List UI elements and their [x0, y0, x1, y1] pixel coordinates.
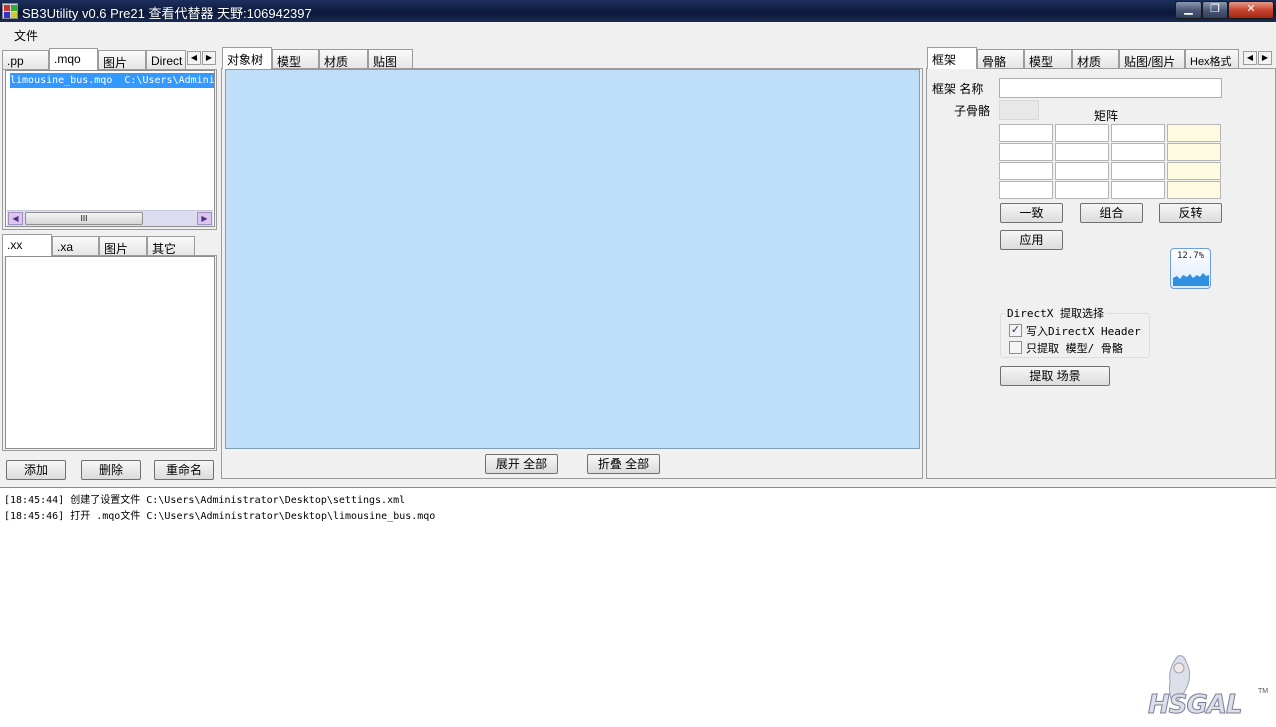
file-list-item[interactable]: limousine_bus.mqo C:\Users\Admini — [10, 73, 214, 88]
frame-name-label: 框架 名称 — [932, 82, 984, 96]
extract-scene-button[interactable]: 提取 场景 — [1000, 366, 1110, 386]
invert-button[interactable]: 反转 — [1159, 203, 1222, 223]
cpu-graph-icon — [1173, 273, 1209, 286]
matrix-cell[interactable] — [1111, 181, 1165, 199]
tab-scroll-left-icon[interactable]: ◀ — [1243, 51, 1257, 65]
child-bone-label: 子骨骼 — [954, 104, 991, 118]
matrix-cell[interactable] — [999, 124, 1053, 142]
matrix-cell[interactable] — [1055, 124, 1109, 142]
log-output[interactable]: [18:45:44] 创建了设置文件 C:\Users\Administrato… — [0, 487, 1276, 727]
tab-image[interactable]: 图片 — [98, 50, 146, 70]
close-button[interactable]: ✕ — [1228, 1, 1274, 19]
matrix-cell[interactable] — [999, 143, 1053, 161]
scroll-right-icon[interactable]: ▶ — [197, 212, 212, 225]
scroll-thumb[interactable]: III — [25, 212, 143, 225]
hsgal-logo: HSGAL TM — [1140, 652, 1275, 724]
matrix-cell[interactable] — [1167, 162, 1221, 180]
matrix-cell[interactable] — [1111, 162, 1165, 180]
matrix-grid — [999, 124, 1223, 200]
horizontal-scrollbar[interactable]: ◀ III ▶ — [7, 210, 213, 226]
consistent-button[interactable]: 一致 — [1000, 203, 1063, 223]
matrix-cell[interactable] — [1167, 181, 1221, 199]
expand-all-button[interactable]: 展开 全部 — [485, 454, 558, 474]
window-title: SB3Utility v0.6 Pre21 查看代替器 天野:106942397 — [22, 6, 312, 21]
matrix-cell[interactable] — [1055, 143, 1109, 161]
tab-scroll-right-icon[interactable]: ▶ — [1258, 51, 1272, 65]
log-line: [18:45:46] 打开 .mqo文件 C:\Users\Administra… — [4, 511, 436, 522]
matrix-cell[interactable] — [1111, 143, 1165, 161]
matrix-cell[interactable] — [1055, 181, 1109, 199]
tab-hex[interactable]: Hex格式 — [1185, 49, 1239, 69]
directx-group-title: DirectX 提取选择 — [1005, 305, 1106, 321]
logo-tm: TM — [1258, 688, 1269, 695]
tab-object-tree[interactable]: 对象树 — [222, 47, 272, 69]
log-line: [18:45:44] 创建了设置文件 C:\Users\Administrato… — [4, 495, 406, 506]
file-list[interactable]: limousine_bus.mqo C:\Users\Admini ◀ III … — [5, 70, 215, 227]
matrix-cell[interactable] — [1055, 162, 1109, 180]
tab-scroll-left-icon[interactable]: ◀ — [187, 51, 201, 65]
write-header-label: 写入DirectX Header — [1026, 325, 1141, 338]
tab-right-model[interactable]: 模型 — [1024, 49, 1072, 69]
menu-bar — [0, 22, 1276, 46]
menu-file[interactable]: 文件 — [14, 27, 38, 44]
tab-other[interactable]: 其它 — [147, 236, 195, 256]
rename-button[interactable]: 重命名 — [154, 460, 214, 480]
tab-texture[interactable]: 贴图 — [368, 49, 413, 69]
matrix-cell[interactable] — [1111, 124, 1165, 142]
tab-frame[interactable]: 框架 — [927, 47, 977, 69]
maximize-icon: ❐ — [1210, 3, 1220, 15]
tab-material[interactable]: 材质 — [319, 49, 368, 69]
tab-pp[interactable]: .pp — [2, 50, 49, 70]
title-bar: SB3Utility v0.6 Pre21 查看代替器 天野:106942397 — [0, 0, 1276, 22]
child-bone-field[interactable] — [999, 100, 1039, 120]
minimize-icon: ▁ — [1184, 3, 1193, 15]
tab-images[interactable]: 图片 — [99, 236, 147, 256]
tab-mqo[interactable]: .mqo — [49, 48, 98, 70]
xx-file-list[interactable] — [5, 256, 215, 449]
tab-bone[interactable]: 骨骼 — [977, 49, 1024, 69]
logo-text: HSGAL — [1148, 690, 1244, 721]
object-tree-view[interactable] — [225, 69, 920, 449]
write-header-checkbox[interactable]: ✓ — [1009, 324, 1022, 337]
cpu-meter: 12.7% — [1170, 248, 1211, 289]
tab-xx[interactable]: .xx — [2, 234, 52, 256]
delete-button[interactable]: 删除 — [81, 460, 141, 480]
matrix-cell[interactable] — [999, 181, 1053, 199]
apply-button[interactable]: 应用 — [1000, 230, 1063, 250]
cpu-percent: 12.7% — [1176, 251, 1205, 261]
tab-model[interactable]: 模型 — [272, 49, 319, 69]
matrix-cell[interactable] — [1167, 124, 1221, 142]
tab-xa[interactable]: .xa — [52, 236, 99, 256]
scroll-left-icon[interactable]: ◀ — [8, 212, 23, 225]
matrix-cell[interactable] — [999, 162, 1053, 180]
minimize-button[interactable]: ▁ — [1175, 1, 1202, 19]
app-icon[interactable] — [2, 3, 18, 19]
extract-only-label: 只提取 模型/ 骨骼 — [1026, 342, 1123, 355]
collapse-all-button[interactable]: 折叠 全部 — [587, 454, 660, 474]
extract-only-checkbox[interactable] — [1009, 341, 1022, 354]
add-button[interactable]: 添加 — [6, 460, 66, 480]
matrix-label: 矩阵 — [1094, 109, 1119, 123]
maximize-button[interactable]: ❐ — [1202, 1, 1228, 19]
tab-texture-image[interactable]: 贴图/图片 — [1119, 49, 1185, 69]
tab-right-material[interactable]: 材质 — [1072, 49, 1119, 69]
tab-scroll-right-icon[interactable]: ▶ — [202, 51, 216, 65]
close-icon: ✕ — [1246, 3, 1256, 15]
tab-direct[interactable]: Direct — [146, 50, 186, 70]
frame-name-input[interactable] — [999, 78, 1222, 98]
combine-button[interactable]: 组合 — [1080, 203, 1143, 223]
matrix-cell[interactable] — [1167, 143, 1221, 161]
